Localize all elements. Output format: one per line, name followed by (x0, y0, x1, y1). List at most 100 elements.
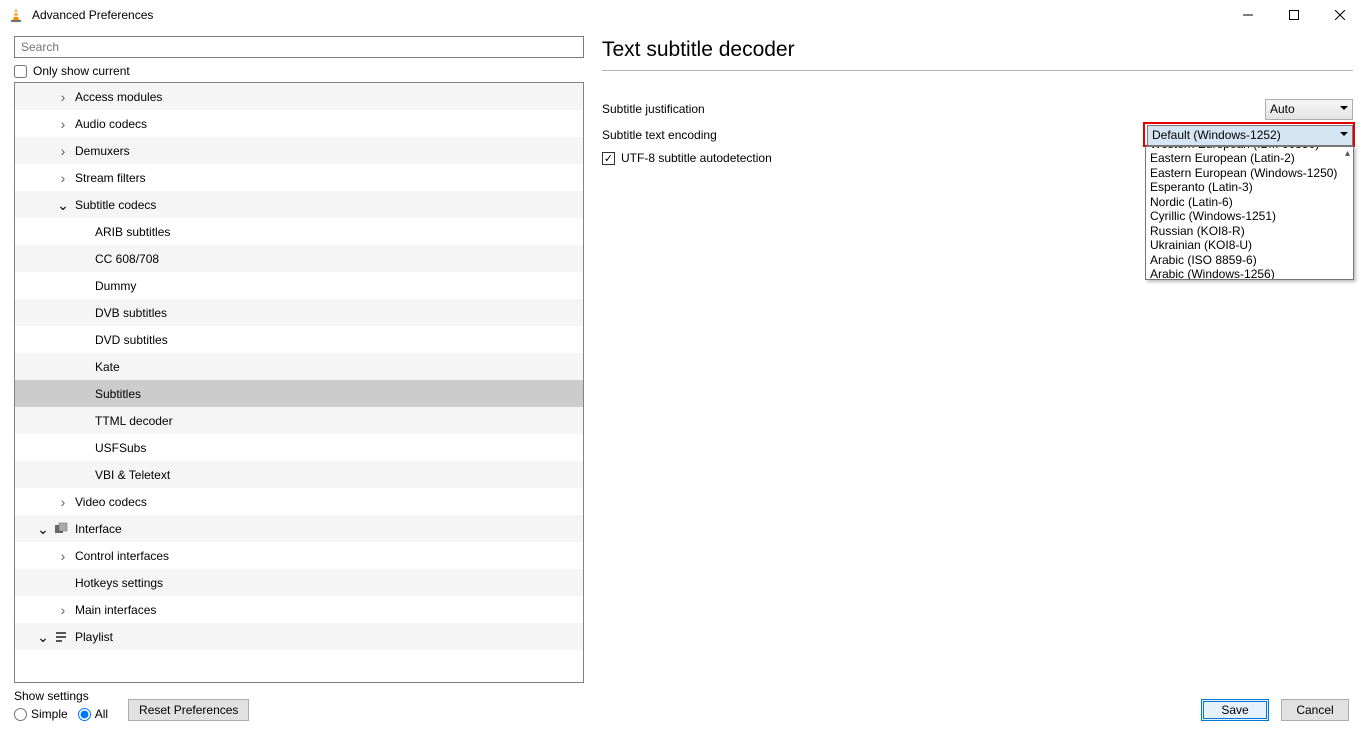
tree-item[interactable]: Access modules (15, 83, 583, 110)
label-utf8: UTF-8 subtitle autodetection (621, 151, 772, 165)
vlc-cone-icon (8, 7, 24, 23)
select-encoding-value: Default (Windows-1252) (1152, 128, 1281, 142)
playlist-icon (53, 629, 69, 645)
chevron-right-icon[interactable] (57, 551, 69, 561)
encoding-option[interactable]: Eastern European (Windows-1250) (1146, 166, 1353, 181)
tree-item[interactable]: Subtitle codecs (15, 191, 583, 218)
tree-item-label: Hotkeys settings (69, 576, 163, 590)
tree-item-label: TTML decoder (89, 414, 173, 428)
tree-item-label: Stream filters (69, 171, 146, 185)
tree-item[interactable]: ARIB subtitles (15, 218, 583, 245)
chevron-right-icon[interactable] (57, 605, 69, 615)
encoding-option[interactable]: Russian (KOI8-R) (1146, 224, 1353, 239)
tree-item[interactable]: Audio codecs (15, 110, 583, 137)
bottom-bar: Show settings Simple All Reset Preferenc… (0, 683, 1363, 731)
tree-item[interactable]: Interface (15, 515, 583, 542)
tree-item-label: Subtitles (89, 387, 141, 401)
only-show-current-box[interactable] (14, 65, 27, 78)
radio-all-label: All (95, 707, 108, 721)
encoding-dropdown-list[interactable]: ▴ Western European (IBM 00850)Eastern Eu… (1145, 146, 1354, 280)
tree-item-label: Access modules (69, 90, 162, 104)
tree-item[interactable]: DVB subtitles (15, 299, 583, 326)
tree-item-label: VBI & Teletext (89, 468, 170, 482)
tree-item-label: Control interfaces (69, 549, 169, 563)
close-button[interactable] (1317, 0, 1363, 30)
right-panel: Text subtitle decoder Subtitle justifica… (602, 36, 1353, 683)
encoding-option[interactable]: Ukrainian (KOI8-U) (1146, 238, 1353, 253)
tree-item-label: Dummy (89, 279, 136, 293)
tree-item-label: Subtitle codecs (69, 198, 156, 212)
tree-item[interactable]: TTML decoder (15, 407, 583, 434)
tree-item-label: USFSubs (89, 441, 146, 455)
only-show-current-checkbox[interactable]: Only show current (14, 64, 584, 78)
encoding-option[interactable]: Arabic (Windows-1256) (1146, 267, 1353, 279)
tree-item[interactable]: DVD subtitles (15, 326, 583, 353)
tree-item[interactable]: Hotkeys settings (15, 569, 583, 596)
tree-item-label: ARIB subtitles (89, 225, 170, 239)
encoding-option[interactable]: Esperanto (Latin-3) (1146, 180, 1353, 195)
radio-all[interactable]: All (78, 707, 108, 721)
tree-item-label: CC 608/708 (89, 252, 159, 266)
chevron-down-icon[interactable] (37, 525, 49, 533)
chevron-right-icon[interactable] (57, 92, 69, 102)
tree-item-label: DVD subtitles (89, 333, 168, 347)
encoding-option[interactable]: Cyrillic (Windows-1251) (1146, 209, 1353, 224)
tree-item[interactable]: CC 608/708 (15, 245, 583, 272)
row-encoding: Subtitle text encoding Default (Windows-… (602, 123, 1353, 147)
chevron-down-icon (1340, 130, 1348, 138)
show-settings-label: Show settings (14, 689, 108, 703)
tree-item[interactable]: Demuxers (15, 137, 583, 164)
search-input[interactable] (14, 36, 584, 58)
label-encoding: Subtitle text encoding (602, 128, 902, 142)
tree-item-label: Main interfaces (69, 603, 156, 617)
minimize-button[interactable] (1225, 0, 1271, 30)
tree-item[interactable]: Stream filters (15, 164, 583, 191)
scroll-up-arrow-icon[interactable]: ▴ (1345, 148, 1350, 159)
select-encoding[interactable]: Default (Windows-1252) (1147, 125, 1353, 146)
window-title: Advanced Preferences (32, 8, 153, 22)
tree-item[interactable]: Subtitles (15, 380, 583, 407)
radio-simple[interactable]: Simple (14, 707, 68, 721)
cancel-button[interactable]: Cancel (1281, 699, 1349, 721)
chevron-right-icon[interactable] (57, 146, 69, 156)
select-justification[interactable]: Auto (1265, 99, 1353, 120)
titlebar: Advanced Preferences (0, 0, 1363, 30)
only-show-current-label: Only show current (33, 64, 130, 78)
tree-item-label: Video codecs (69, 495, 147, 509)
tree-item[interactable]: USFSubs (15, 434, 583, 461)
tree-item[interactable]: Video codecs (15, 488, 583, 515)
tree-item-label: Playlist (69, 630, 113, 644)
encoding-option[interactable]: Nordic (Latin-6) (1146, 195, 1353, 210)
tree-item-label: Kate (89, 360, 120, 374)
tree-item-label: Audio codecs (69, 117, 147, 131)
chevron-right-icon[interactable] (57, 119, 69, 129)
tree-item-label: Demuxers (69, 144, 130, 158)
encoding-option[interactable]: Arabic (ISO 8859-6) (1146, 253, 1353, 268)
radio-simple-label: Simple (31, 707, 68, 721)
left-panel: Only show current Access modules Audio co… (14, 36, 584, 683)
panel-heading: Text subtitle decoder (602, 36, 1353, 70)
utf8-checkbox[interactable]: ✓ (602, 152, 615, 165)
tree-item[interactable]: Main interfaces (15, 596, 583, 623)
maximize-button[interactable] (1271, 0, 1317, 30)
tree-item[interactable]: Dummy (15, 272, 583, 299)
chevron-down-icon (1340, 104, 1348, 112)
encoding-option[interactable]: Eastern European (Latin-2) (1146, 151, 1353, 166)
tree-item-label: DVB subtitles (89, 306, 167, 320)
show-settings-group: Show settings Simple All (14, 689, 108, 721)
select-justification-value: Auto (1270, 102, 1295, 116)
row-justification: Subtitle justification Auto (602, 97, 1353, 121)
chevron-right-icon[interactable] (57, 173, 69, 183)
save-button[interactable]: Save (1201, 699, 1269, 721)
chevron-right-icon[interactable] (57, 497, 69, 507)
tree-item[interactable]: Playlist (15, 623, 583, 650)
panel-divider (602, 70, 1353, 71)
tree-item[interactable]: Control interfaces (15, 542, 583, 569)
chevron-down-icon[interactable] (37, 633, 49, 641)
preferences-tree[interactable]: Access modules Audio codecs Demuxers Stream… (15, 83, 583, 682)
tree-item[interactable]: Kate (15, 353, 583, 380)
chevron-down-icon[interactable] (57, 201, 69, 209)
reset-preferences-button[interactable]: Reset Preferences (128, 699, 249, 721)
tree-item[interactable]: VBI & Teletext (15, 461, 583, 488)
tree-item-label: Interface (69, 522, 122, 536)
